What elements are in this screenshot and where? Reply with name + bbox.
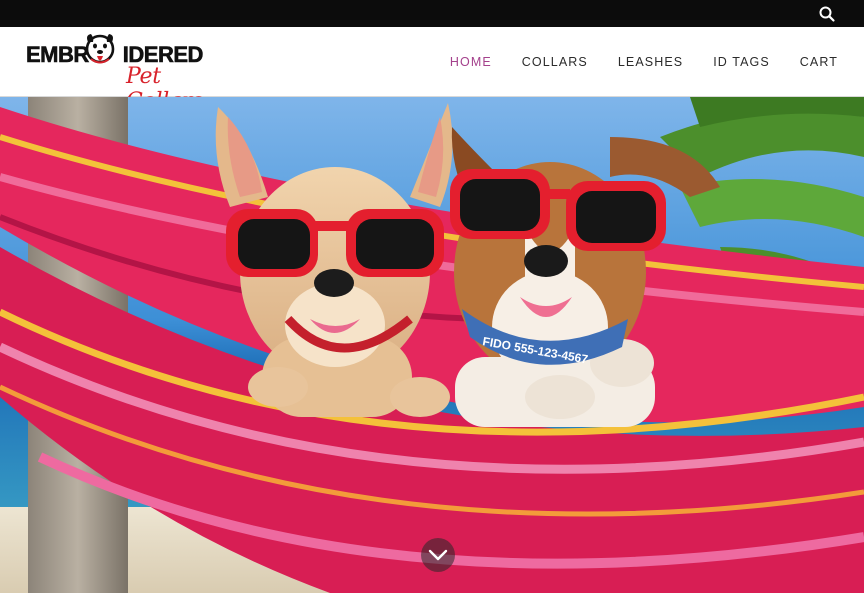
site-logo[interactable]: EMBRIDERED Pet Collars: [26, 34, 236, 114]
logo-text-part1: EMBR: [26, 42, 90, 68]
search-icon: [819, 6, 835, 22]
scroll-down-button[interactable]: [421, 538, 455, 572]
hero-image: FIDO 555-123-4567: [0, 97, 864, 593]
nav-home[interactable]: HOME: [450, 55, 492, 69]
dog-face-icon: [85, 34, 115, 64]
nav-leashes[interactable]: LEASHES: [618, 55, 683, 69]
top-bar: [0, 0, 864, 27]
chevron-down-icon: [428, 549, 448, 561]
site-header: EMBRIDERED Pet Collars HOME COLLARS LEAS…: [0, 27, 864, 114]
search-button[interactable]: [818, 5, 836, 23]
nav-cart[interactable]: CART: [800, 55, 838, 69]
nav-id-tags[interactable]: ID TAGS: [713, 55, 770, 69]
nav-collars[interactable]: COLLARS: [522, 55, 588, 69]
hero-banner: FIDO 555-123-4567: [0, 97, 864, 593]
main-nav: HOME COLLARS LEASHES ID TAGS CART: [420, 27, 838, 97]
